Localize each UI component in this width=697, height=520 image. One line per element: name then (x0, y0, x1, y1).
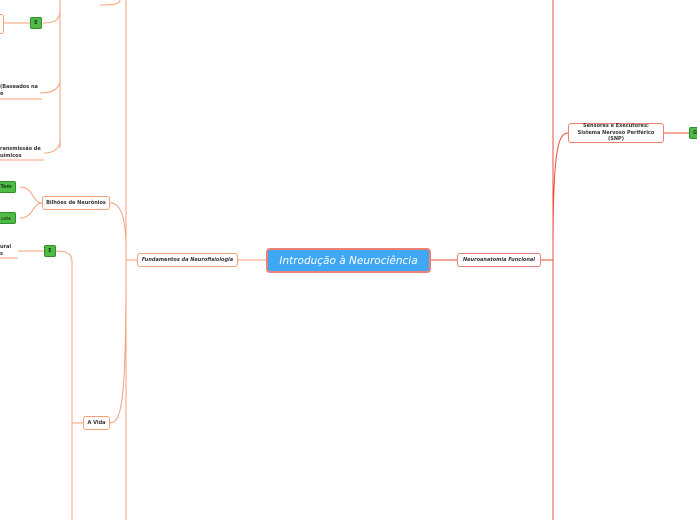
badge-cete[interactable]: cete (0, 212, 16, 224)
badge-right-label: G (692, 130, 697, 136)
partial-node-baseados-label: (Baseados na o (0, 84, 38, 97)
badge-e-upper[interactable]: E (30, 17, 42, 29)
link-upper-2 (39, 79, 61, 94)
topic-sensores[interactable]: Sensores e Executores: Sistema Nervoso P… (568, 123, 664, 143)
badge-cete-label: cete (1, 215, 11, 221)
badge-e-lower-label: E (48, 248, 52, 254)
link-trunk-sensores (552, 132, 569, 251)
badge-tem[interactable]: Tem (0, 181, 16, 193)
link-upper-trunk (99, 0, 121, 6)
partial-node-upper[interactable] (0, 14, 4, 34)
partial-node-transmissao[interactable]: ransmissão de uímicos (0, 144, 44, 162)
root-title: Introdução à Neurociência (279, 254, 418, 267)
topic-vida[interactable]: A Vida (83, 416, 110, 430)
link-bilhoes-cete (19, 202, 43, 219)
link-trunk-vida (109, 269, 127, 424)
topic-fundamentos-label: Fundamentos da Neurofisiologia (141, 256, 234, 263)
topic-fundamentos[interactable]: Fundamentos da Neurofisiologia (137, 253, 238, 267)
link-vida-trunk (71, 262, 83, 424)
topic-bilhoes-label: Bilhões de Neurônios (46, 199, 106, 206)
topic-vida-label: A Vida (87, 419, 106, 426)
badge-tem-label: Tem (0, 184, 12, 190)
link-upper-3 (43, 139, 61, 154)
badge-right[interactable]: G (689, 127, 697, 139)
root-topic[interactable]: Introdução à Neurociência (266, 248, 431, 273)
partial-node-transmissao-label: ransmissão de uímicos (0, 146, 41, 159)
partial-node-neural[interactable]: ural s (0, 242, 18, 260)
partial-node-baseados[interactable]: (Baseados na o (0, 82, 42, 100)
badge-e-lower[interactable]: E (44, 245, 56, 257)
partial-node-neural-label: ural s (0, 244, 12, 257)
link-bilhoes-tem (19, 186, 43, 204)
topic-neuroanatomia[interactable]: Neuroanatomia Funcional (457, 253, 541, 267)
topic-neuroanatomia-label: Neuroanatomia Funcional (462, 256, 536, 263)
link-upper-1 (42, 9, 61, 24)
link-vida-e (55, 250, 73, 263)
link-trunk-bilhoes (109, 202, 127, 251)
topic-sensores-label: Sensores e Executores: Sistema Nervoso P… (577, 122, 655, 143)
topic-bilhoes[interactable]: Bilhões de Neurônios (42, 196, 110, 210)
link-fundamentos-trunk (125, 259, 137, 520)
badge-e-upper-label: E (34, 20, 38, 26)
